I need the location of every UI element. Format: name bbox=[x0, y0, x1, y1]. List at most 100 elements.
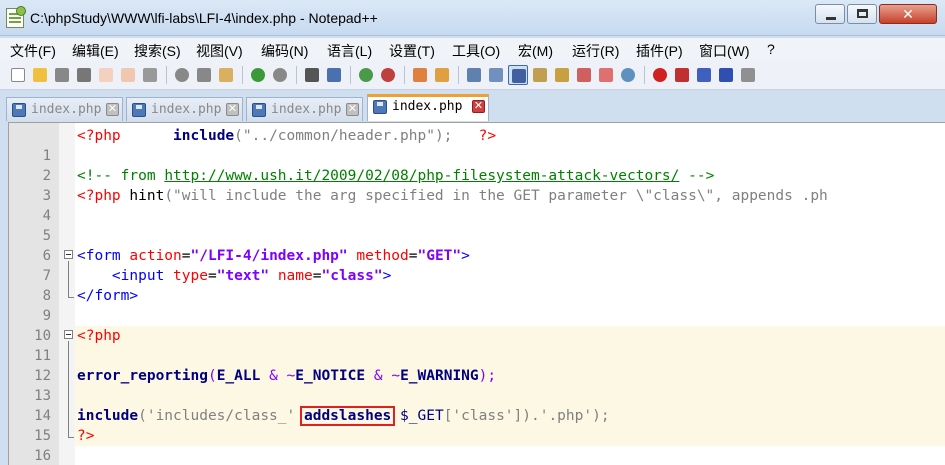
operator: ( bbox=[207, 368, 217, 384]
menu-bar: 文件(F) 编辑(E) 搜索(S) 视图(V) 编码(N) 语言(L) 设置(T… bbox=[0, 38, 945, 60]
tab-index-php-2[interactable]: index.php ✕ bbox=[126, 97, 243, 121]
function-list-button[interactable] bbox=[574, 65, 594, 85]
zoom-out-button[interactable] bbox=[378, 65, 398, 85]
save-all-button[interactable] bbox=[74, 65, 94, 85]
fast-forward-icon bbox=[719, 68, 733, 82]
menu-macro[interactable]: 宏(M) bbox=[518, 41, 553, 61]
toolbar bbox=[0, 60, 945, 90]
playback-button[interactable] bbox=[694, 65, 714, 85]
tab-close-icon[interactable]: ✕ bbox=[472, 100, 485, 113]
indent-guide-button[interactable] bbox=[508, 65, 528, 85]
menu-encoding[interactable]: 编码(N) bbox=[261, 41, 308, 61]
word-wrap-button[interactable] bbox=[464, 65, 484, 85]
constant: E_NOTICE bbox=[295, 368, 366, 384]
folder-workspace-button[interactable] bbox=[596, 65, 616, 85]
tab-label: index.php bbox=[392, 99, 463, 114]
menu-file[interactable]: 文件(F) bbox=[10, 41, 56, 61]
code-line-8: 8 <input type="text" name="class"> bbox=[9, 266, 945, 304]
close-icon: ✕ bbox=[902, 6, 914, 22]
save-macro-button[interactable] bbox=[738, 65, 758, 85]
menu-plugins[interactable]: 插件(P) bbox=[636, 41, 683, 61]
operator: ~ bbox=[391, 368, 401, 384]
print-button[interactable] bbox=[140, 65, 160, 85]
menu-view[interactable]: 视图(V) bbox=[196, 41, 243, 61]
comment-url-link[interactable]: http://www.ush.it/2009/02/08/php-filesys… bbox=[164, 168, 679, 184]
sync-horizontal-button[interactable] bbox=[432, 65, 452, 85]
code-line-5: 5 bbox=[9, 206, 945, 244]
equals: = bbox=[207, 268, 217, 284]
udl-icon bbox=[533, 68, 547, 82]
save-macro-icon bbox=[741, 68, 755, 82]
operator: ); bbox=[478, 368, 497, 384]
tab-index-php-active[interactable]: index.php ✕ bbox=[367, 94, 489, 121]
menu-edit[interactable]: 编辑(E) bbox=[72, 41, 119, 61]
attribute-value: "/LFI-4/index.php" bbox=[190, 248, 348, 264]
menu-settings[interactable]: 设置(T) bbox=[389, 41, 435, 61]
constant: E_ALL bbox=[216, 368, 261, 384]
zoom-out-icon bbox=[381, 68, 395, 82]
code-line-10: 10 bbox=[9, 306, 945, 344]
maximize-button[interactable] bbox=[847, 4, 877, 24]
doc-map-button[interactable] bbox=[552, 65, 572, 85]
tab-close-icon[interactable]: ✕ bbox=[346, 103, 359, 116]
replace-button[interactable] bbox=[324, 65, 344, 85]
close-all-icon bbox=[121, 68, 135, 82]
function-list-icon bbox=[577, 68, 591, 82]
sync-vertical-button[interactable] bbox=[410, 65, 430, 85]
code-line-2: 2 bbox=[9, 146, 945, 184]
html-attribute: action bbox=[120, 248, 182, 264]
code-line-17: 17 bbox=[9, 446, 945, 465]
doc-map-icon bbox=[555, 68, 569, 82]
minimize-button[interactable] bbox=[815, 4, 845, 24]
indent-guide-icon bbox=[512, 69, 526, 83]
undo-button[interactable] bbox=[248, 65, 268, 85]
run-macro-multiple-button[interactable] bbox=[716, 65, 736, 85]
tab-index-php-1[interactable]: index.php ✕ bbox=[6, 97, 123, 121]
stop-record-button[interactable] bbox=[672, 65, 692, 85]
zoom-in-icon bbox=[359, 68, 373, 82]
menu-run[interactable]: 运行(R) bbox=[572, 41, 619, 61]
menu-help[interactable]: ? bbox=[767, 41, 775, 57]
print-icon bbox=[143, 68, 157, 82]
code-editor[interactable]: 1 <?php include("../common/header.php");… bbox=[8, 122, 945, 465]
menu-window[interactable]: 窗口(W) bbox=[699, 41, 750, 61]
code-line-6: 6 bbox=[9, 226, 945, 264]
redo-button[interactable] bbox=[270, 65, 290, 85]
new-file-button[interactable] bbox=[8, 65, 28, 85]
operator: & bbox=[365, 368, 392, 384]
show-all-chars-button[interactable] bbox=[486, 65, 506, 85]
find-button[interactable] bbox=[302, 65, 322, 85]
menu-language[interactable]: 语言(L) bbox=[327, 41, 372, 61]
tab-index-php-3[interactable]: index.php ✕ bbox=[246, 97, 363, 121]
html-attribute: method bbox=[347, 248, 409, 264]
menu-tools[interactable]: 工具(O) bbox=[452, 41, 500, 61]
tab-close-icon[interactable]: ✕ bbox=[226, 103, 239, 116]
tab-bar: index.php ✕ index.php ✕ index.php ✕ inde… bbox=[0, 91, 945, 121]
notepadpp-app-icon[interactable] bbox=[6, 6, 26, 28]
record-macro-button[interactable] bbox=[650, 65, 670, 85]
code-line-9: 9 </form> bbox=[9, 286, 945, 324]
menu-search[interactable]: 搜索(S) bbox=[134, 41, 181, 61]
code-line-7: 7 <form action="/LFI-4/index.php" method… bbox=[9, 246, 945, 284]
tab-close-icon[interactable]: ✕ bbox=[106, 103, 119, 116]
close-all-button[interactable] bbox=[118, 65, 138, 85]
close-button[interactable]: ✕ bbox=[879, 4, 937, 24]
close-file-button[interactable] bbox=[96, 65, 116, 85]
minimize-icon bbox=[826, 17, 836, 20]
string-literal: ('includes/class_' bbox=[138, 408, 296, 424]
pilcrow-icon bbox=[489, 68, 503, 82]
paste-button[interactable] bbox=[216, 65, 236, 85]
open-file-button[interactable] bbox=[30, 65, 50, 85]
monitoring-button[interactable] bbox=[618, 65, 638, 85]
copy-button[interactable] bbox=[194, 65, 214, 85]
redo-icon bbox=[273, 68, 287, 82]
code-line-12: 12 bbox=[9, 346, 945, 384]
cut-button[interactable] bbox=[172, 65, 192, 85]
udl-button[interactable] bbox=[530, 65, 550, 85]
zoom-in-button[interactable] bbox=[356, 65, 376, 85]
save-button[interactable] bbox=[52, 65, 72, 85]
undo-icon bbox=[251, 68, 265, 82]
attribute-value: "text" bbox=[216, 268, 270, 284]
variable-get: $_GET bbox=[400, 408, 444, 424]
